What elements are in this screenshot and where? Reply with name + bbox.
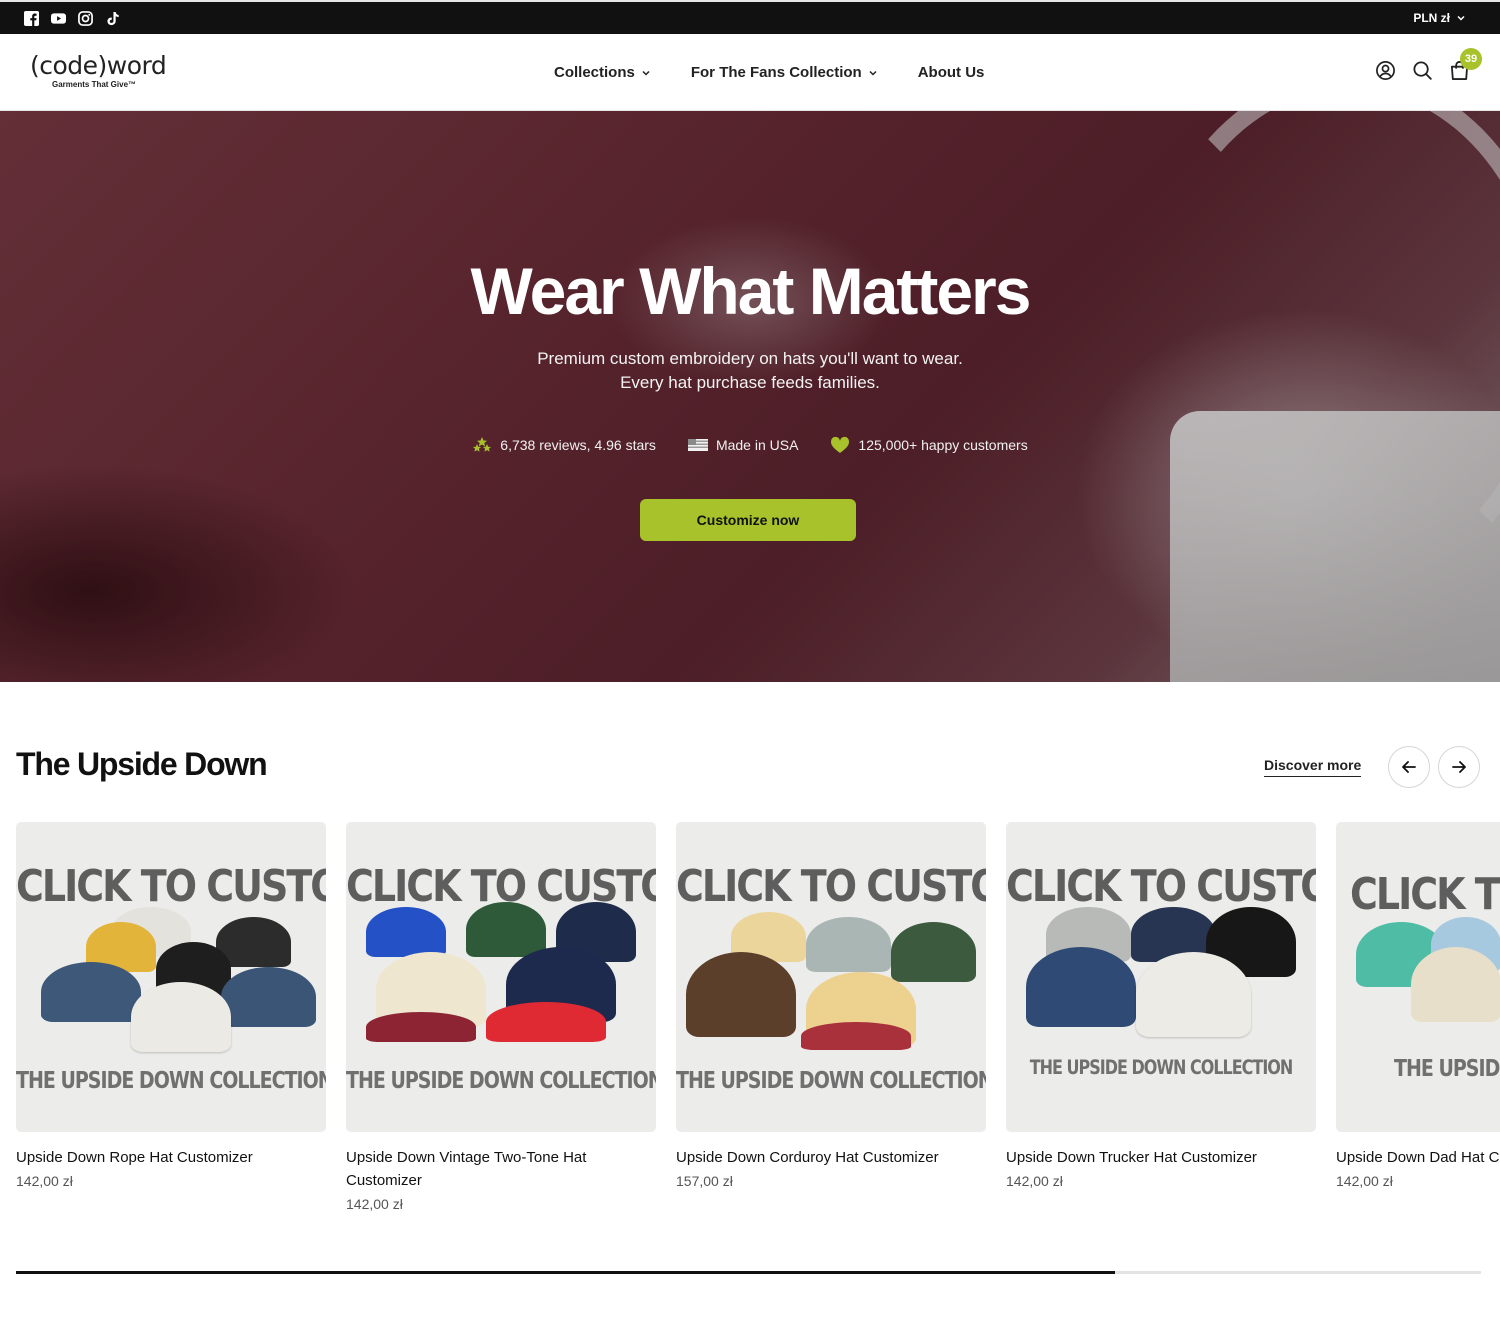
- hero-title: Wear What Matters: [470, 254, 1032, 328]
- made-in-usa-badge: Made in USA: [687, 436, 799, 454]
- discover-more-link[interactable]: Discover more: [1264, 757, 1362, 777]
- hero-content: Wear What Matters Premium custom embroid…: [0, 111, 1500, 682]
- product-image[interactable]: CLICK TO CUSTOMIZE THE UPSIDE DOWN COLLE…: [676, 822, 986, 1132]
- top-bar: PLN zł: [0, 0, 1500, 34]
- hat-graphic: [41, 962, 141, 1032]
- hat-graphic: [131, 982, 231, 1062]
- heart-icon: [831, 436, 850, 453]
- product-title[interactable]: Upside Down Dad Hat Cu: [1336, 1146, 1500, 1169]
- product-card[interactable]: CLICK TO CU THE UPSIDE DOW Upside Down D…: [1336, 822, 1500, 1189]
- product-price: 142,00 zł: [1336, 1173, 1393, 1189]
- arrow-left-icon: [1402, 761, 1416, 773]
- product-price: 142,00 zł: [346, 1196, 403, 1212]
- hat-graphic: [221, 967, 316, 1037]
- product-image[interactable]: CLICK TO CUSTOMIZE THE UPSIDE DOWN COLLE…: [346, 822, 656, 1132]
- product-image-caption: THE UPSIDE DOW: [1394, 1055, 1500, 1083]
- hat-graphic: [486, 1002, 606, 1042]
- customize-now-button[interactable]: Customize now: [640, 499, 856, 541]
- product-image-caption: THE UPSIDE DOWN COLLECTION: [676, 1067, 986, 1095]
- logo-tagline: Garments That Give™: [52, 80, 137, 89]
- hat-graphic: [686, 952, 796, 1042]
- product-image-caption: THE UPSIDE DOWN COLLECTION: [16, 1067, 326, 1095]
- nav-collections[interactable]: Collections: [554, 64, 651, 81]
- search-icon[interactable]: [1412, 60, 1433, 81]
- nav-about-us[interactable]: About Us: [918, 64, 985, 81]
- product-title[interactable]: Upside Down Rope Hat Customizer: [16, 1146, 326, 1169]
- tiktok-icon[interactable]: [105, 11, 120, 26]
- cart-icon[interactable]: 39: [1449, 48, 1482, 81]
- instagram-icon[interactable]: [78, 10, 93, 26]
- reviews-text: 6,738 reviews, 4.96 stars: [500, 437, 656, 453]
- currency-label: PLN zł: [1413, 11, 1450, 25]
- customers-badge: 125,000+ happy customers: [830, 436, 1028, 454]
- hat-graphic: [366, 1012, 476, 1042]
- hat-graphic: [1136, 952, 1256, 1042]
- customers-text: 125,000+ happy customers: [858, 437, 1028, 453]
- product-image-headline: CLICK TO CUSTOMIZE: [1006, 860, 1316, 912]
- hero-badges: 6,738 reviews, 4.96 stars Made in USA 12…: [0, 436, 1500, 454]
- carousel-next-button[interactable]: [1438, 746, 1480, 788]
- product-image-headline: CLICK TO CUSTOMIZE: [676, 860, 986, 912]
- reviews-badge: 6,738 reviews, 4.96 stars: [472, 436, 656, 454]
- youtube-icon[interactable]: [51, 11, 66, 26]
- section-title: The Upside Down: [16, 746, 268, 782]
- us-flag-icon: [687, 439, 708, 451]
- product-price: 142,00 zł: [1006, 1173, 1063, 1189]
- product-image[interactable]: CLICK TO CU THE UPSIDE DOW: [1336, 822, 1500, 1132]
- product-title[interactable]: Upside Down Trucker Hat Customizer: [1006, 1146, 1316, 1169]
- hero-subtitle-line1: Premium custom embroidery on hats you'll…: [537, 349, 963, 368]
- cart-count-badge: 39: [1460, 48, 1482, 70]
- product-carousel: CLICK TO CUSTOMIZE THE UPSIDE DOWN COLLE…: [16, 822, 1500, 1242]
- product-card[interactable]: CLICK TO CUSTOMIZE THE UPSIDE DOWN COLLE…: [346, 822, 656, 1212]
- product-title[interactable]: Upside Down Corduroy Hat Customizer: [676, 1146, 986, 1169]
- product-price: 142,00 zł: [16, 1173, 73, 1189]
- carousel-scrollbar[interactable]: [16, 1271, 1481, 1274]
- hat-graphic: [1026, 947, 1136, 1032]
- product-title[interactable]: Upside Down Vintage Two-Tone Hat Customi…: [346, 1146, 656, 1192]
- stars-icon: [473, 437, 492, 452]
- product-image[interactable]: CLICK TO CUSTOMIZE THE UPSIDE DOWN COLLE…: [16, 822, 326, 1132]
- arrow-right-icon: [1452, 761, 1466, 773]
- hat-graphic: [801, 1022, 911, 1052]
- main-nav: Collections For The Fans Collection Abou…: [554, 34, 984, 111]
- chevron-down-icon: [642, 70, 650, 76]
- hat-graphic: [1411, 947, 1500, 1027]
- nav-for-the-fans[interactable]: For The Fans Collection: [691, 64, 878, 81]
- nav-about-us-label: About Us: [917, 64, 985, 81]
- chevron-down-icon: [1457, 15, 1465, 21]
- carousel-scrollbar-thumb[interactable]: [16, 1271, 1115, 1274]
- site-header: (code)word Garments That Give™ Collectio…: [0, 34, 1500, 111]
- hero-banner: Wear What Matters Premium custom embroid…: [0, 111, 1500, 682]
- nav-for-the-fans-label: For The Fans Collection: [690, 64, 862, 81]
- product-image-caption: THE UPSIDE DOWN COLLECTION: [1029, 1056, 1294, 1079]
- product-card[interactable]: CLICK TO CUSTOMIZE THE UPSIDE DOWN COLLE…: [1006, 822, 1316, 1189]
- product-image-caption: THE UPSIDE DOWN COLLECTION: [346, 1067, 656, 1095]
- social-links: [24, 10, 120, 26]
- account-icon[interactable]: [1375, 60, 1396, 81]
- chevron-down-icon: [869, 70, 877, 76]
- currency-selector[interactable]: PLN zł: [1413, 11, 1476, 25]
- product-card[interactable]: CLICK TO CUSTOMIZE THE UPSIDE DOWN COLLE…: [676, 822, 986, 1189]
- logo[interactable]: (code)word Garments That Give™: [30, 51, 170, 93]
- header-actions: 39: [1375, 48, 1482, 81]
- product-image[interactable]: CLICK TO CUSTOMIZE THE UPSIDE DOWN COLLE…: [1006, 822, 1316, 1132]
- product-price: 157,00 zł: [676, 1173, 733, 1189]
- made-in-usa-text: Made in USA: [715, 437, 799, 453]
- product-image-headline: CLICK TO CU: [1350, 868, 1500, 920]
- logo-wordmark: (code)word: [30, 51, 167, 80]
- hat-graphic: [806, 917, 896, 977]
- facebook-icon[interactable]: [24, 10, 39, 26]
- product-card[interactable]: CLICK TO CUSTOMIZE THE UPSIDE DOWN COLLE…: [16, 822, 326, 1189]
- nav-collections-label: Collections: [554, 64, 635, 81]
- product-image-headline: CLICK TO CUSTOMIZE: [16, 860, 326, 912]
- hero-subtitle-line2: Every hat purchase feeds families.: [620, 373, 880, 392]
- carousel-prev-button[interactable]: [1388, 746, 1430, 788]
- hero-subtitle: Premium custom embroidery on hats you'll…: [0, 347, 1500, 395]
